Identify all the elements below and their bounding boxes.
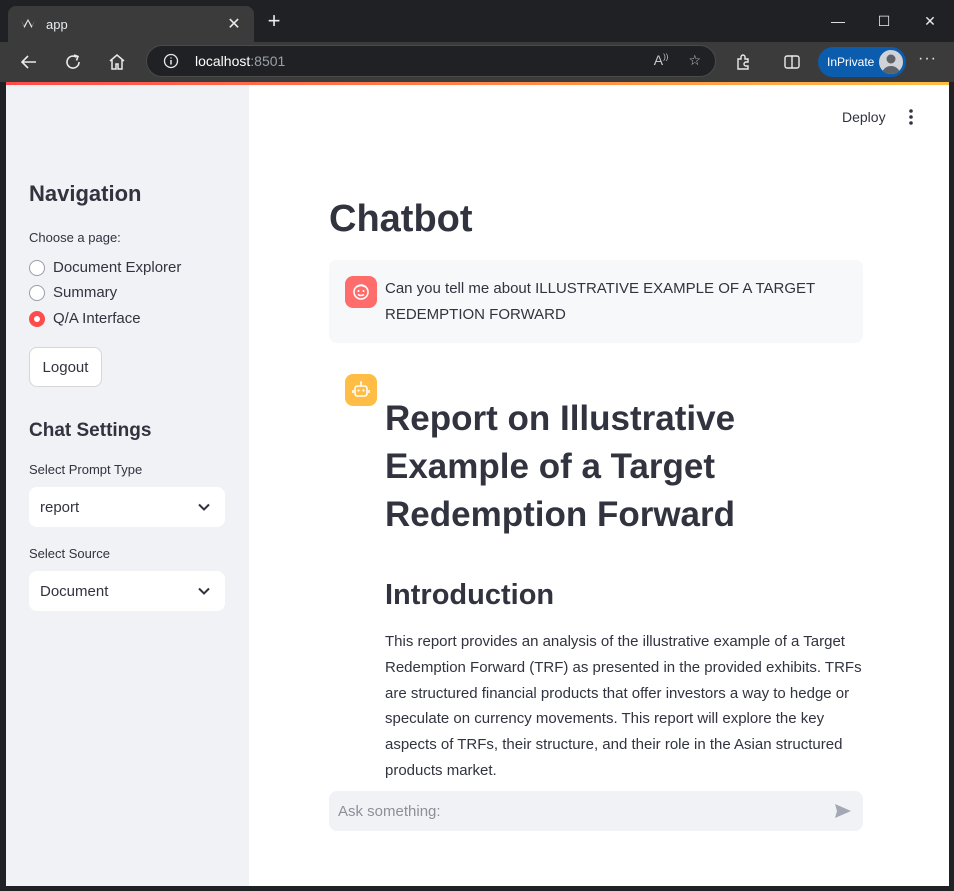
back-icon[interactable] [15, 49, 43, 75]
deploy-button[interactable]: Deploy [842, 109, 886, 125]
inprivate-label: InPrivate [827, 55, 875, 69]
radio-circle[interactable] [29, 284, 45, 301]
main-content: Deploy Chatbot Can you tell me about ILL… [249, 85, 949, 886]
streamlit-logo-icon [20, 16, 36, 32]
navigation-title: Navigation [29, 181, 142, 206]
browser-titlebar: app ✕ + — ☐ ✕ [0, 0, 954, 42]
source-value: Document [40, 582, 109, 600]
maximize-icon[interactable]: ☐ [864, 8, 904, 34]
chat-settings-title: Chat Settings [29, 420, 152, 441]
main-menu-icon[interactable] [903, 107, 919, 127]
minimize-icon[interactable]: — [818, 8, 858, 34]
tab-close-icon[interactable]: ✕ [224, 14, 244, 34]
url-field[interactable]: localhost:8501 A)) ☆ [146, 45, 716, 77]
source-select[interactable]: Document [29, 571, 225, 611]
logout-button[interactable]: Logout [29, 347, 102, 387]
new-tab-icon[interactable]: + [262, 10, 286, 34]
chat-input[interactable] [338, 802, 808, 820]
user-message: Can you tell me about ILLUSTRATIVE EXAMP… [329, 260, 863, 343]
send-icon[interactable] [833, 801, 853, 821]
user-message-text: Can you tell me about ILLUSTRATIVE EXAMP… [385, 280, 815, 323]
url-host: localhost [195, 53, 251, 69]
app-window: Navigation Choose a page: Document Explo… [6, 85, 949, 886]
window-border [0, 886, 954, 891]
radio-label: Q/A Interface [53, 310, 141, 327]
bot-avatar-icon [345, 374, 377, 406]
radio-label: Summary [53, 284, 118, 301]
browser-more-icon[interactable]: ··· [918, 50, 937, 68]
window-close-icon[interactable]: ✕ [910, 8, 950, 34]
radio-document-explorer[interactable]: Document Explorer [29, 259, 181, 276]
prompt-type-select[interactable]: report [29, 487, 225, 527]
inprivate-badge[interactable]: InPrivate [818, 47, 906, 77]
prompt-type-value: report [40, 498, 80, 516]
chat-input-container [329, 791, 863, 831]
page-title: Chatbot [329, 198, 473, 240]
radio-summary[interactable]: Summary [29, 284, 117, 301]
extensions-icon[interactable] [731, 50, 755, 74]
introduction-paragraph: This report provides an analysis of the … [385, 633, 862, 779]
browser-tab[interactable]: app ✕ [8, 6, 254, 42]
info-icon[interactable] [163, 53, 179, 69]
split-screen-icon[interactable] [780, 50, 804, 74]
url-port: :8501 [250, 53, 286, 69]
tab-title: app [46, 16, 68, 32]
radio-circle-selected[interactable] [29, 310, 45, 327]
favorite-star-icon[interactable]: ☆ [688, 52, 701, 69]
chevron-down-icon [198, 503, 210, 511]
prompt-type-label: Select Prompt Type [29, 462, 143, 477]
introduction-heading: Introduction [385, 579, 555, 611]
home-icon[interactable] [103, 49, 131, 75]
radio-circle[interactable] [29, 259, 45, 276]
address-bar-row: localhost:8501 A)) ☆ InPrivate ··· [0, 42, 954, 82]
profile-avatar [879, 50, 903, 74]
radio-qa-interface[interactable]: Q/A Interface [29, 310, 141, 327]
choose-page-label: Choose a page: [29, 230, 121, 245]
chevron-down-icon [198, 587, 210, 595]
window-border [949, 82, 954, 891]
assistant-message: Report on Illustrative Example of a Targ… [385, 395, 865, 784]
radio-label: Document Explorer [53, 259, 182, 276]
user-avatar-icon [345, 276, 377, 308]
source-label: Select Source [29, 546, 110, 561]
read-aloud-icon[interactable]: A)) [654, 52, 669, 69]
report-heading: Report on Illustrative Example of a Targ… [385, 399, 736, 534]
refresh-icon[interactable] [59, 49, 87, 75]
window-border [0, 82, 6, 891]
sidebar: Navigation Choose a page: Document Explo… [6, 85, 249, 886]
